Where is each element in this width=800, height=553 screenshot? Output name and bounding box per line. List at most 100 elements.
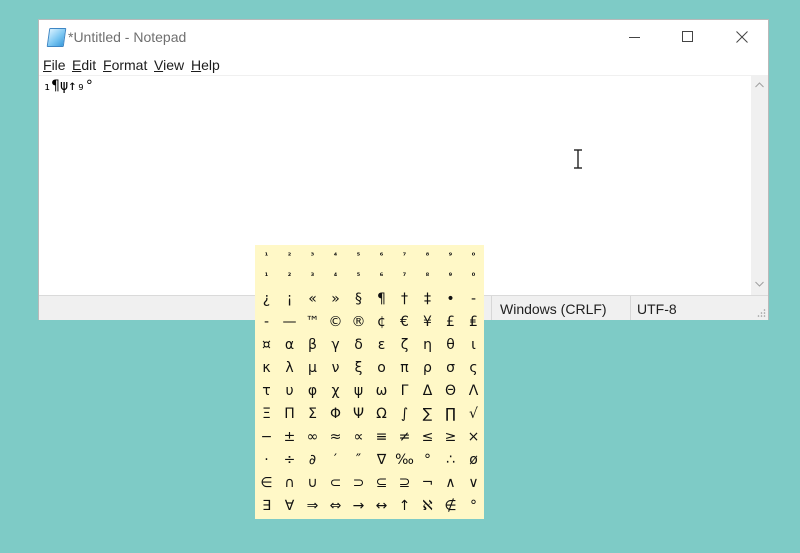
symbol-button[interactable]: ↑ xyxy=(393,498,416,514)
symbol-button[interactable]: υ xyxy=(278,383,301,399)
symbol-button[interactable]: ⇒ xyxy=(301,498,324,514)
symbol-button[interactable]: φ xyxy=(301,383,324,399)
symbol-button[interactable]: ∉ xyxy=(439,498,462,514)
symbol-button[interactable]: η xyxy=(416,337,439,353)
symbol-button[interactable]: ψ xyxy=(347,383,370,399)
symbol-button[interactable]: ⊃ xyxy=(347,475,370,491)
minimize-button[interactable] xyxy=(612,20,658,54)
symbol-button[interactable]: ∝ xyxy=(347,429,370,445)
symbol-button[interactable]: ⊆ xyxy=(370,475,393,491)
menu-view[interactable]: View xyxy=(154,57,184,73)
symbol-button[interactable]: ¹ xyxy=(255,251,278,260)
symbol-button[interactable]: θ xyxy=(439,337,462,353)
symbol-button[interactable]: ₄ xyxy=(324,269,347,278)
symbol-button[interactable]: Δ xyxy=(416,383,439,399)
menu-help[interactable]: Help xyxy=(191,57,220,73)
vertical-scrollbar[interactable] xyxy=(751,75,768,295)
symbol-button[interactable]: ε xyxy=(370,337,393,353)
symbol-button[interactable]: ¥ xyxy=(416,314,439,330)
scroll-up-button[interactable] xyxy=(751,77,768,94)
symbol-button[interactable]: ⁷ xyxy=(393,251,416,260)
symbol-button[interactable]: - xyxy=(462,291,485,307)
symbol-button[interactable]: ν xyxy=(324,360,347,376)
symbol-button[interactable]: ³ xyxy=(301,251,324,260)
symbol-button[interactable]: ⊂ xyxy=(324,475,347,491)
symbol-button[interactable]: χ xyxy=(324,383,347,399)
symbol-button[interactable]: ↔ xyxy=(370,498,393,514)
menu-format[interactable]: Format xyxy=(103,57,147,73)
symbol-button[interactable]: ₤ xyxy=(462,314,485,330)
symbol-button[interactable]: ‰ xyxy=(393,452,416,468)
symbol-button[interactable]: − xyxy=(255,429,278,445)
symbol-button[interactable]: ς xyxy=(462,360,485,376)
symbol-button[interactable]: - xyxy=(255,314,278,330)
symbol-button[interactable]: ζ xyxy=(393,337,416,353)
symbol-button[interactable]: ± xyxy=(278,429,301,445)
symbol-button[interactable]: « xyxy=(301,291,324,307)
symbol-button[interactable]: ⁴ xyxy=(324,251,347,260)
symbol-button[interactable]: ≡ xyxy=(370,429,393,445)
symbol-button[interactable]: τ xyxy=(255,383,278,399)
symbol-button[interactable]: ™ xyxy=(301,314,324,330)
symbol-button[interactable]: ∈ xyxy=(255,475,278,491)
symbol-button[interactable]: ι xyxy=(462,337,485,353)
symbol-button[interactable]: ∪ xyxy=(301,475,324,491)
symbol-button[interactable]: Ψ xyxy=(347,406,370,422)
symbol-button[interactable]: π xyxy=(393,360,416,376)
symbol-button[interactable]: ² xyxy=(278,251,301,260)
symbol-button[interactable]: √ xyxy=(462,406,485,422)
symbol-button[interactable]: ÷ xyxy=(278,452,301,468)
scroll-down-button[interactable] xyxy=(751,276,768,293)
symbol-button[interactable]: ∨ xyxy=(462,475,485,491)
symbol-button[interactable]: ₆ xyxy=(370,269,393,278)
symbol-button[interactable]: ¶ xyxy=(370,291,393,307)
symbol-button[interactable]: β xyxy=(301,337,324,353)
symbol-button[interactable]: ₈ xyxy=(416,269,439,278)
symbol-button[interactable]: γ xyxy=(324,337,347,353)
symbol-button[interactable]: δ xyxy=(347,337,370,353)
maximize-button[interactable] xyxy=(665,20,711,54)
symbol-button[interactable]: ∴ xyxy=(439,452,462,468)
symbol-button[interactable]: ⁹ xyxy=(439,251,462,260)
symbol-button[interactable]: ₉ xyxy=(439,269,462,278)
symbol-button[interactable]: × xyxy=(462,429,485,445)
symbol-button[interactable]: ″ xyxy=(347,452,370,468)
symbol-button[interactable]: α xyxy=(278,337,301,353)
symbol-button[interactable]: † xyxy=(393,291,416,307)
symbol-button[interactable]: ₃ xyxy=(301,269,324,278)
symbol-button[interactable]: ℵ xyxy=(416,498,439,514)
symbol-button[interactable]: Ξ xyxy=(255,406,278,422)
symbol-button[interactable]: ⁸ xyxy=(416,251,439,260)
symbol-button[interactable]: ∞ xyxy=(301,429,324,445)
symbol-button[interactable]: Ω xyxy=(370,406,393,422)
symbol-button[interactable]: ≈ xyxy=(324,429,347,445)
symbol-button[interactable]: ₁ xyxy=(255,269,278,278)
resize-grip-icon[interactable] xyxy=(756,308,766,318)
symbol-button[interactable]: Θ xyxy=(439,383,462,399)
symbol-button[interactable]: Φ xyxy=(324,406,347,422)
symbol-button[interactable]: Λ xyxy=(462,383,485,399)
symbol-button[interactable]: ≤ xyxy=(416,429,439,445)
symbol-button[interactable]: ∏ xyxy=(439,406,462,422)
symbol-button[interactable]: μ xyxy=(301,360,324,376)
symbol-button[interactable]: £ xyxy=(439,314,462,330)
symbol-button[interactable]: ∑ xyxy=(416,406,439,422)
symbol-button[interactable]: ∩ xyxy=(278,475,301,491)
symbol-button[interactable]: ¿ xyxy=(255,291,278,307)
editor-content[interactable]: ₁¶ψ↑₉° xyxy=(43,78,94,94)
symbol-button[interactable]: Σ xyxy=(301,406,324,422)
symbol-button[interactable]: ° xyxy=(462,498,485,514)
symbol-button[interactable]: ο xyxy=(370,360,393,376)
symbol-button[interactable]: © xyxy=(324,314,347,330)
close-button[interactable] xyxy=(719,20,765,54)
symbol-button[interactable]: ₅ xyxy=(347,269,370,278)
symbol-button[interactable]: → xyxy=(347,498,370,514)
symbol-button[interactable]: ₀ xyxy=(462,269,485,278)
symbol-button[interactable]: ₂ xyxy=(278,269,301,278)
menu-file[interactable]: File xyxy=(43,57,66,73)
symbol-button[interactable]: ø xyxy=(462,452,485,468)
symbol-button[interactable]: ¤ xyxy=(255,337,278,353)
symbol-button[interactable]: ∀ xyxy=(278,498,301,514)
symbol-button[interactable]: ⇔ xyxy=(324,498,347,514)
symbol-button[interactable]: ⁵ xyxy=(347,251,370,260)
